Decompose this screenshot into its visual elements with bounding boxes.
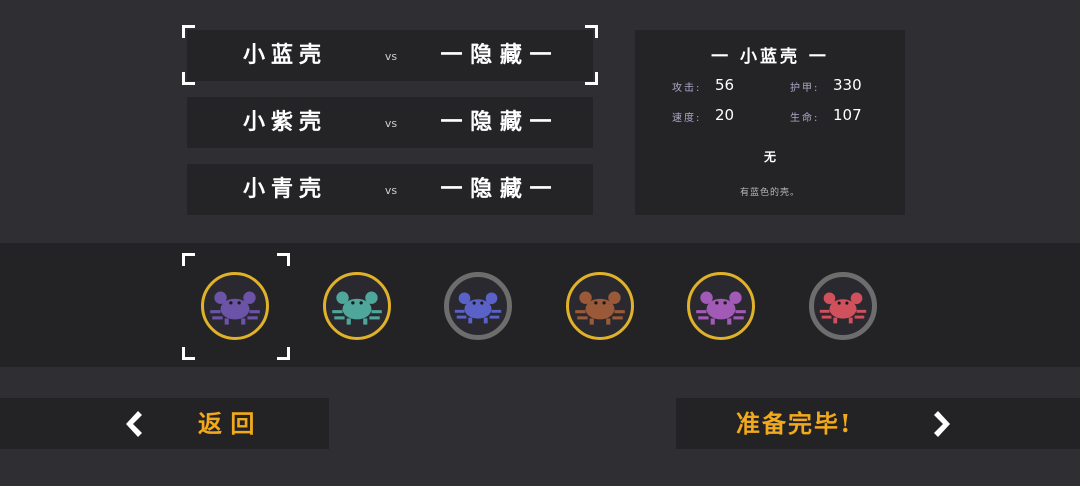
crab-icon [210, 291, 260, 325]
attack-value: 56 [715, 76, 735, 94]
crab-info-panel: 一 小蓝壳 一 攻击: 56 护甲: 330 速度: 20 生命: 107 无 … [635, 30, 905, 215]
ability-text: 无 [763, 150, 776, 164]
opponent-name: 一 隐 藏 一 [440, 42, 552, 68]
player-crab-name: 小紫壳 [242, 109, 327, 135]
back-label: 返 回 [198, 409, 255, 438]
crab-slot-purple-crab[interactable] [201, 272, 269, 340]
opponent-name: 一 隐 藏 一 [440, 176, 552, 202]
crab-icon [819, 292, 866, 324]
armor-value: 330 [833, 76, 862, 94]
crab-icon [696, 291, 746, 325]
bracket-corner [182, 25, 195, 38]
bracket-corner [585, 25, 598, 38]
matchup-row-1[interactable]: 小蓝壳 vs 一 隐 藏 一 [187, 30, 593, 81]
crab-slot-violet-crab[interactable] [687, 272, 755, 340]
bracket-corner [182, 347, 195, 360]
crab-slot-blue-crab[interactable] [444, 272, 512, 340]
crab-slot-brown-crab[interactable] [565, 272, 634, 340]
crab-description: 有蓝色的壳。 [739, 188, 800, 198]
ready-button[interactable]: 准备完毕! [676, 398, 1080, 449]
bracket-corner [585, 72, 598, 85]
player-crab-name: 小青壳 [242, 176, 327, 202]
bracket-corner [182, 253, 195, 266]
back-button[interactable]: 返 回 [0, 398, 329, 449]
opponent-name: 一 隐 藏 一 [440, 109, 552, 135]
crab-selection-strip [0, 243, 1080, 367]
matchup-row-3[interactable]: 小青壳 vs 一 隐 藏 一 [187, 164, 593, 215]
vs-label: vs [384, 184, 398, 197]
crab-icon [331, 291, 382, 325]
attack-label: 攻击: [672, 83, 702, 94]
chevron-right-icon [934, 411, 950, 437]
speed-value: 20 [715, 106, 735, 124]
crab-info-title: 一 小蓝壳 一 [711, 47, 829, 67]
crab-slot-red-crab[interactable] [808, 272, 877, 340]
bracket-corner [182, 72, 195, 85]
player-crab-name: 小蓝壳 [242, 42, 327, 68]
armor-label: 护甲: [790, 83, 820, 94]
hp-value: 107 [833, 106, 862, 124]
speed-label: 速度: [672, 113, 702, 124]
vs-label: vs [384, 117, 398, 130]
ready-label: 准备完毕! [736, 409, 853, 438]
crab-icon [574, 291, 625, 325]
crab-icon [454, 292, 502, 324]
crab-slot-teal-crab[interactable] [322, 272, 391, 340]
bracket-corner [277, 253, 290, 266]
chevron-left-icon [126, 411, 142, 437]
bracket-corner [277, 347, 290, 360]
vs-label: vs [384, 50, 398, 63]
matchup-row-2[interactable]: 小紫壳 vs 一 隐 藏 一 [187, 97, 593, 148]
hp-label: 生命: [790, 113, 820, 124]
